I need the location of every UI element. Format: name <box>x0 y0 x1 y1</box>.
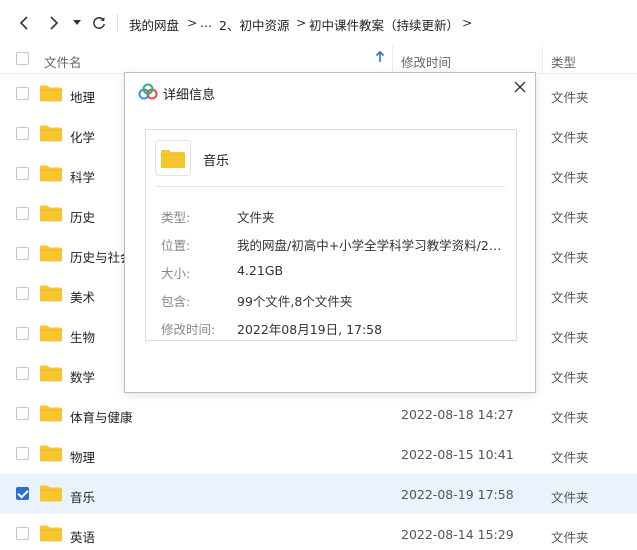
folder-icon <box>40 525 62 542</box>
column-divider <box>392 44 393 74</box>
details-value-modified: 2022年08月19日, 17:58 <box>237 322 383 337</box>
folder-icon <box>40 445 62 462</box>
row-checkbox[interactable] <box>16 167 29 180</box>
file-type: 文件夹 <box>551 330 589 345</box>
folder-icon <box>40 405 62 422</box>
row-checkbox[interactable] <box>16 87 29 100</box>
back-button[interactable] <box>14 12 34 34</box>
file-name[interactable]: 数学 <box>70 367 95 386</box>
breadcrumb-separator: > <box>187 15 198 30</box>
row-checkbox[interactable] <box>16 527 29 540</box>
toolbar: 我的网盘 > ... 2、初中资源 > 初中课件教案（持续更新） > <box>0 0 637 44</box>
details-dialog: 详细信息 音乐 类型: 文件夹 位置: 我的网盘/初高中+小学全学科学习教学资料… <box>124 72 536 393</box>
breadcrumb-separator: > <box>462 15 473 30</box>
select-all-checkbox[interactable] <box>16 52 29 65</box>
folder-icon <box>40 125 62 142</box>
file-type: 文件夹 <box>551 490 589 505</box>
details-value-size: 4.21GB <box>237 263 284 278</box>
close-icon[interactable] <box>513 80 527 94</box>
row-checkbox[interactable] <box>16 367 29 380</box>
column-divider <box>542 44 543 74</box>
folder-icon <box>40 365 62 382</box>
folder-icon-frame <box>155 140 191 176</box>
breadcrumb-ellipsis[interactable]: ... <box>200 15 212 30</box>
folder-icon <box>40 85 62 102</box>
file-name[interactable]: 生物 <box>70 327 95 346</box>
details-key-type: 类型: <box>161 210 191 225</box>
details-value-contents: 99个文件,8个文件夹 <box>237 294 353 309</box>
file-modified-date: 2022-08-14 15:29 <box>401 527 514 542</box>
file-type: 文件夹 <box>551 370 589 385</box>
file-row[interactable]: 体育与健康 2022-08-18 14:27 文件夹 <box>0 394 637 434</box>
details-key-location: 位置: <box>161 238 191 253</box>
row-checkbox[interactable] <box>16 487 29 500</box>
file-name[interactable]: 物理 <box>70 447 95 466</box>
folder-icon <box>40 485 62 502</box>
details-key-contents: 包含: <box>161 294 191 309</box>
file-name[interactable]: 历史 <box>70 207 95 226</box>
row-checkbox[interactable] <box>16 287 29 300</box>
details-key-size: 大小: <box>161 266 191 281</box>
breadcrumb-separator: > <box>296 15 307 30</box>
file-type: 文件夹 <box>551 530 589 545</box>
row-checkbox[interactable] <box>16 247 29 260</box>
column-header-type[interactable]: 类型 <box>551 52 576 71</box>
file-type: 文件夹 <box>551 90 589 105</box>
file-modified-date: 2022-08-15 10:41 <box>401 447 514 462</box>
details-value-location[interactable]: 我的网盘/初高中+小学全学科学习教学资料/2、初中资源/初中课件教案（持续更新） <box>237 235 505 254</box>
divider <box>156 186 506 187</box>
file-name[interactable]: 美术 <box>70 287 95 306</box>
file-row[interactable]: 物理 2022-08-15 10:41 文件夹 <box>0 434 637 474</box>
folder-icon <box>40 205 62 222</box>
refresh-icon <box>93 17 105 29</box>
details-card: 音乐 类型: 文件夹 位置: 我的网盘/初高中+小学全学科学习教学资料/2、初中… <box>145 129 517 341</box>
folder-icon <box>40 165 62 182</box>
file-name[interactable]: 英语 <box>70 527 95 546</box>
folder-icon <box>40 325 62 342</box>
caret-down-icon <box>73 20 81 25</box>
file-type: 文件夹 <box>551 250 589 265</box>
file-name[interactable]: 化学 <box>70 127 95 146</box>
row-checkbox[interactable] <box>16 127 29 140</box>
file-row[interactable]: 音乐 2022-08-19 17:58 文件夹 <box>0 474 637 514</box>
file-modified-date: 2022-08-19 17:58 <box>401 487 514 502</box>
folder-icon <box>40 245 62 262</box>
column-header-name[interactable]: 文件名 <box>44 52 82 71</box>
row-checkbox[interactable] <box>16 327 29 340</box>
file-type: 文件夹 <box>551 170 589 185</box>
file-name[interactable]: 科学 <box>70 167 95 186</box>
file-row[interactable]: 英语 2022-08-14 15:29 文件夹 <box>0 514 637 550</box>
breadcrumb-my-drive[interactable]: 我的网盘 <box>129 15 179 34</box>
refresh-button[interactable] <box>89 12 109 34</box>
folder-icon <box>40 285 62 302</box>
breadcrumb-junior-resources[interactable]: 2、初中资源 <box>219 15 289 34</box>
details-item-name: 音乐 <box>203 154 230 169</box>
file-type: 文件夹 <box>551 130 589 145</box>
toolbar-divider <box>117 14 118 32</box>
folder-icon <box>161 150 185 168</box>
dialog-title: 详细信息 <box>163 88 216 103</box>
file-name[interactable]: 音乐 <box>70 487 95 506</box>
sort-arrow-icon[interactable] <box>375 50 385 66</box>
chevron-right-icon <box>50 16 59 30</box>
file-type: 文件夹 <box>551 410 589 425</box>
history-dropdown-button[interactable] <box>70 12 84 34</box>
file-modified-date: 2022-08-18 14:27 <box>401 407 514 422</box>
breadcrumb-current-folder[interactable]: 初中课件教案（持续更新） <box>309 15 459 34</box>
row-checkbox[interactable] <box>16 447 29 460</box>
details-key-modified: 修改时间: <box>161 322 216 337</box>
chevron-left-icon <box>19 16 28 30</box>
forward-button[interactable] <box>44 12 64 34</box>
file-name[interactable]: 地理 <box>70 87 95 106</box>
row-checkbox[interactable] <box>16 407 29 420</box>
column-header-modified[interactable]: 修改时间 <box>401 52 451 71</box>
file-type: 文件夹 <box>551 290 589 305</box>
details-value-type: 文件夹 <box>237 210 275 225</box>
file-type: 文件夹 <box>551 450 589 465</box>
cloud-logo-icon <box>137 83 159 101</box>
file-name[interactable]: 体育与健康 <box>70 407 133 426</box>
file-type: 文件夹 <box>551 210 589 225</box>
row-checkbox[interactable] <box>16 207 29 220</box>
